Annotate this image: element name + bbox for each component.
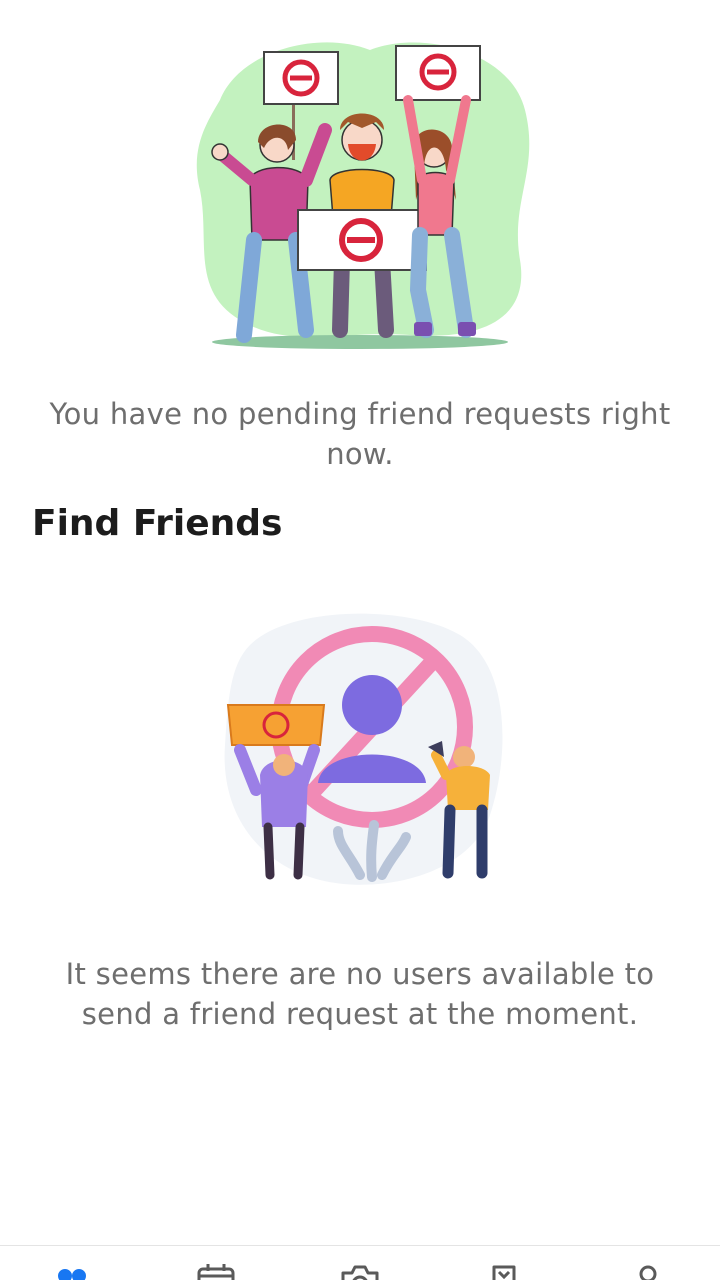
calendar-icon xyxy=(197,1264,235,1280)
friends-screen: You have no pending friend requests righ… xyxy=(0,0,720,1280)
no-users-illustration xyxy=(224,613,503,885)
profile-icon xyxy=(639,1265,657,1280)
no-users-message: It seems there are no users available to… xyxy=(65,957,655,1031)
no-pending-requests-message: You have no pending friend requests righ… xyxy=(49,397,671,471)
nav-camera-tab[interactable] xyxy=(288,1246,432,1280)
nav-profile-tab[interactable] xyxy=(576,1246,720,1280)
nav-calendar-tab[interactable] xyxy=(144,1246,288,1280)
camera-icon xyxy=(341,1265,379,1280)
bookmark-icon xyxy=(492,1265,516,1280)
bottom-navigation xyxy=(0,1245,720,1280)
nav-friends-tab[interactable] xyxy=(0,1246,144,1280)
protest-illustration xyxy=(196,42,530,349)
nav-bookmark-tab[interactable] xyxy=(432,1246,576,1280)
find-friends-heading: Find Friends xyxy=(32,503,283,544)
friends-icon xyxy=(58,1269,86,1280)
